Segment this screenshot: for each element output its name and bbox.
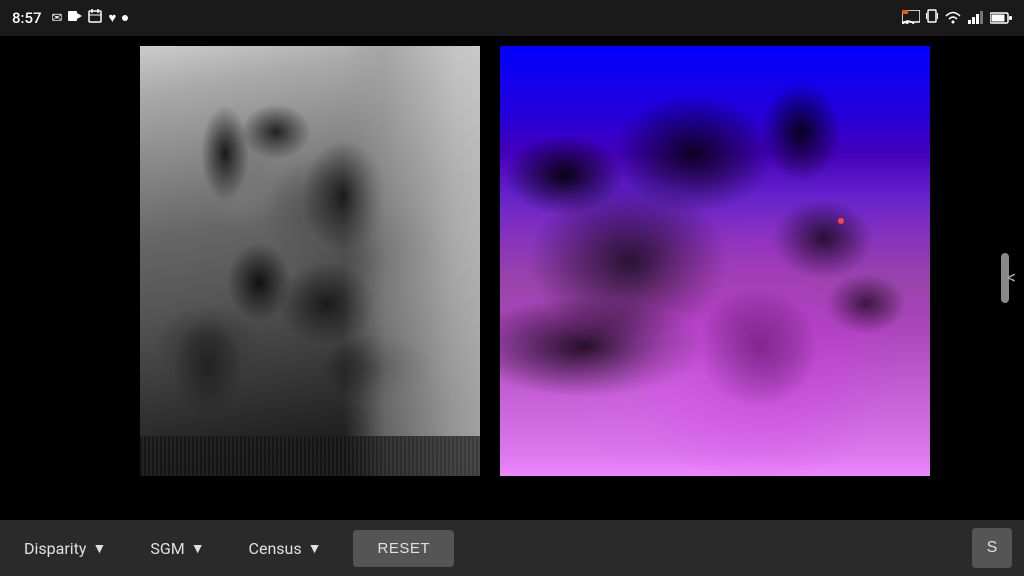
census-dropdown[interactable]: Census ▼ — [237, 531, 334, 566]
wifi-icon — [944, 9, 962, 28]
wall-area — [344, 46, 480, 476]
disparity-dropdown[interactable]: Disparity ▼ — [12, 531, 118, 566]
heart-icon: ♥ — [108, 10, 116, 26]
census-label: Census — [249, 539, 302, 558]
census-arrow-icon: ▼ — [308, 540, 322, 557]
s-button[interactable]: S — [972, 528, 1012, 568]
cast-icon — [902, 9, 920, 28]
left-image-panel — [0, 36, 480, 520]
sgm-arrow-icon: ▼ — [191, 540, 205, 557]
sgm-dropdown[interactable]: SGM ▼ — [138, 531, 216, 566]
main-content: < — [0, 36, 1024, 520]
gmail-icon: ✉ — [52, 11, 63, 26]
signal-icon — [968, 9, 984, 28]
status-dot — [122, 15, 128, 21]
sgm-label: SGM — [150, 539, 184, 558]
reset-button[interactable]: RESET — [353, 530, 454, 567]
disparity-label: Disparity — [24, 539, 86, 558]
bottom-toolbar: Disparity ▼ SGM ▼ Census ▼ RESET S — [0, 520, 1024, 576]
status-bar: 8:57 ✉ ♥ — [0, 0, 1024, 36]
status-time: 8:57 — [12, 9, 42, 27]
grayscale-image — [140, 46, 480, 476]
chevron-right-icon[interactable]: < — [1007, 268, 1016, 289]
vibrate-icon — [926, 8, 938, 28]
status-right-icons — [902, 8, 1012, 28]
disparity-arrow-icon: ▼ — [92, 540, 106, 557]
battery-icon — [990, 9, 1012, 28]
right-disparity-panel: < — [480, 36, 1024, 520]
calendar-icon — [88, 9, 102, 27]
video-icon — [68, 10, 82, 26]
disparity-image — [500, 46, 930, 476]
status-icons: ✉ ♥ — [52, 9, 129, 27]
